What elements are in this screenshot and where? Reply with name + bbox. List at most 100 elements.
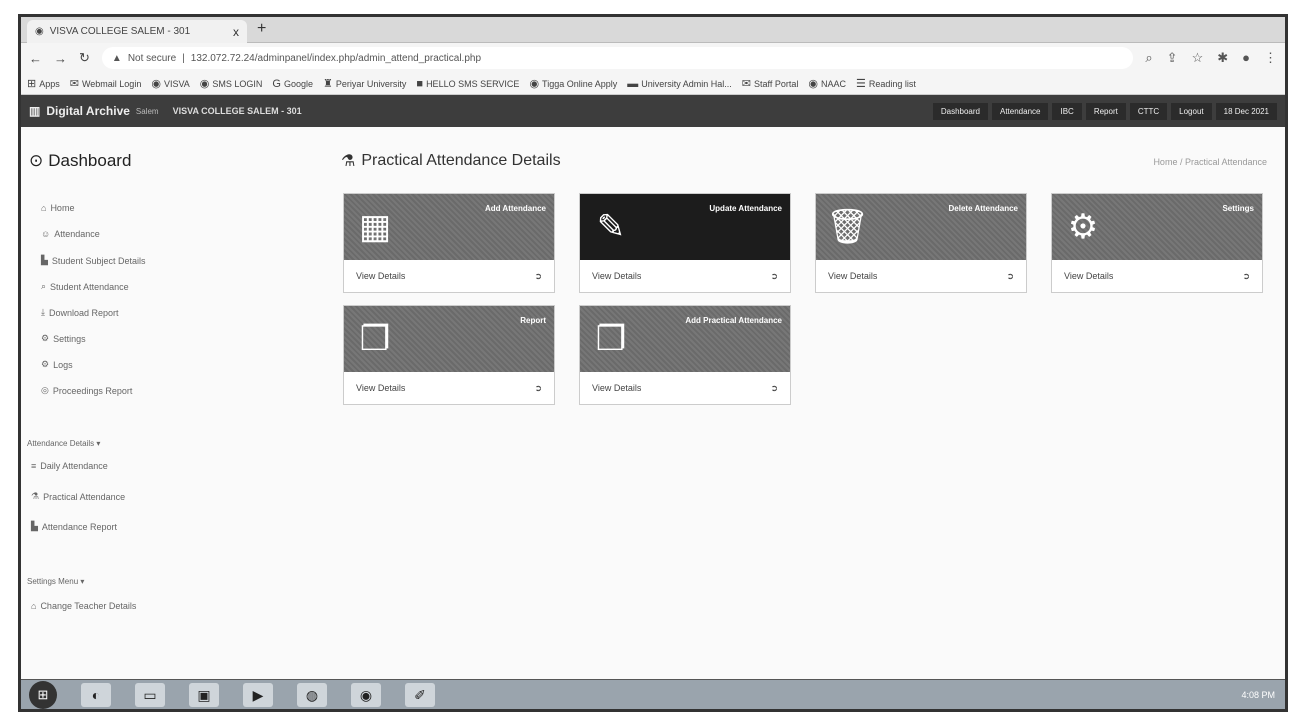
- sidebar-item-daily-attendance[interactable]: ≡ Daily Attendance: [31, 461, 108, 471]
- share-icon[interactable]: ⇪: [1167, 50, 1178, 66]
- nav-logout[interactable]: Logout: [1171, 102, 1212, 120]
- sidebar-item-download-report[interactable]: ⤓ Download Report: [41, 307, 119, 318]
- media-icon[interactable]: ▶: [243, 682, 273, 707]
- google-icon: G: [272, 77, 281, 90]
- bookmark-visva[interactable]: ◉ VISVA: [151, 77, 189, 90]
- sidebar-item-student-attendance[interactable]: ⌕ Student Attendance: [41, 281, 129, 292]
- nav-cttc[interactable]: CTTC: [1129, 102, 1168, 120]
- arrow-circle-icon: ➲: [770, 382, 778, 393]
- gears-icon: ⚙: [1067, 208, 1099, 246]
- sidebar-item-practical-attendance[interactable]: ⚗ Practical Attendance: [31, 491, 125, 502]
- taskbar-clock: 4:08 PM: [1241, 689, 1275, 700]
- bookmark-university[interactable]: ▬ University Admin Hal...: [627, 78, 732, 90]
- app-icon[interactable]: ◍: [297, 682, 327, 707]
- profile-icon[interactable]: ●: [1242, 50, 1250, 66]
- extensions-icon[interactable]: ✱: [1217, 50, 1228, 66]
- sidebar-section-attendance-details[interactable]: Attendance Details ▾: [27, 439, 100, 448]
- chrome-icon[interactable]: ◉: [351, 682, 381, 707]
- list-icon: ≡: [31, 461, 37, 471]
- window-icon[interactable]: ▣: [189, 682, 219, 707]
- sidebar-item-student-subject[interactable]: ▙ Student Subject Details: [41, 255, 145, 266]
- bookmark-naac[interactable]: ◉ NAAC: [808, 77, 846, 90]
- card-report[interactable]: ❐ Report View Details ➲: [343, 305, 555, 405]
- bookmark-periyar[interactable]: ♜ Periyar University: [323, 77, 406, 90]
- edit-icon: ✎: [596, 208, 626, 246]
- view-details-link[interactable]: View Details ➲: [580, 260, 790, 292]
- star-icon[interactable]: ☆: [1192, 50, 1204, 66]
- university-icon: ♜: [323, 78, 333, 90]
- view-details-link[interactable]: View Details ➲: [816, 260, 1026, 292]
- nav-date: 18 Dec 2021: [1215, 102, 1277, 120]
- browser-window: ◉ VISVA COLLEGE SALEM - 301 x + ← → ↻ ▲ …: [18, 14, 1288, 712]
- globe-icon: ◉: [808, 78, 818, 90]
- sidebar-section-settings-menu[interactable]: Settings Menu ▾: [27, 577, 84, 586]
- browser-icon[interactable]: ◐: [81, 682, 111, 707]
- sidebar-item-attendance-report[interactable]: ▙ Attendance Report: [31, 521, 117, 532]
- browser-tab[interactable]: ◉ VISVA COLLEGE SALEM - 301 x: [27, 20, 247, 43]
- bookmark-sms-login[interactable]: ◉ SMS LOGIN: [200, 77, 263, 90]
- bookmark-hello-sms[interactable]: ■ HELLO SMS SERVICE: [416, 78, 519, 90]
- nav-dashboard[interactable]: Dashboard: [932, 102, 988, 120]
- document-icon: ❐: [595, 320, 627, 358]
- bookmark-tigga[interactable]: ◉ Tigga Online Apply: [529, 77, 617, 90]
- back-icon[interactable]: ←: [29, 51, 42, 66]
- view-details-link[interactable]: View Details ➲: [344, 372, 554, 404]
- home-icon: ⌂: [41, 203, 47, 213]
- tab-strip: ◉ VISVA COLLEGE SALEM - 301 x +: [21, 17, 1285, 43]
- bookmark-google[interactable]: G Google: [272, 78, 313, 90]
- sidebar-item-proceedings-report[interactable]: ◎ Proceedings Report: [41, 385, 132, 396]
- paint-icon[interactable]: ✐: [405, 682, 435, 707]
- new-tab-button[interactable]: +: [257, 20, 266, 38]
- tab-title: VISVA COLLEGE SALEM - 301: [49, 26, 191, 37]
- document-icon: ▙: [31, 521, 38, 531]
- app-navbar: ▥ Digital Archive Salem VISVA COLLEGE SA…: [21, 95, 1285, 127]
- nav-ibc[interactable]: IBC: [1052, 102, 1082, 120]
- document-icon: ❐: [359, 320, 391, 358]
- zoom-icon[interactable]: ⌕: [1145, 50, 1152, 66]
- chevron-down-icon: ▾: [96, 439, 101, 448]
- dash-icon: ▬: [627, 77, 639, 90]
- sidebar-item-home[interactable]: ⌂ Home: [41, 203, 74, 213]
- sidebar-item-attendance[interactable]: ☺ Attendance: [41, 229, 100, 239]
- menu-icon[interactable]: ⋮: [1264, 50, 1277, 66]
- circle-icon: ◎: [41, 385, 49, 395]
- view-details-link[interactable]: View Details ➲: [1052, 260, 1262, 292]
- bookmark-webmail[interactable]: ✉ Webmail Login: [70, 77, 142, 90]
- view-details-link[interactable]: View Details ➲: [344, 260, 554, 292]
- view-details-link[interactable]: View Details ➲: [580, 372, 790, 404]
- sidebar-item-logs[interactable]: ⚙ Logs: [41, 359, 73, 370]
- page-title: ⚗ Practical Attendance Details: [341, 152, 561, 170]
- forward-icon[interactable]: →: [54, 51, 67, 66]
- card-settings[interactable]: ⚙ Settings View Details ➲: [1051, 193, 1263, 293]
- folder-icon[interactable]: ▭: [135, 682, 165, 707]
- sidebar-item-change-teacher[interactable]: ⌂ Change Teacher Details: [31, 601, 136, 611]
- start-icon[interactable]: ⊞: [29, 680, 57, 709]
- college-name: VISVA COLLEGE SALEM - 301: [172, 106, 302, 116]
- main-area: ⊙ Dashboard ⌂ Home ☺ Attendance ▙ Student S…: [21, 127, 1285, 683]
- gear-icon: ⚙: [41, 359, 50, 369]
- warning-icon: ▲: [111, 52, 122, 64]
- reload-icon[interactable]: ↻: [79, 50, 90, 66]
- bookmark-apps[interactable]: ⊞ Apps: [27, 77, 60, 90]
- card-add-attendance[interactable]: ▦ Add Attendance View Details ➲: [343, 193, 555, 293]
- card-update-attendance[interactable]: ✎ Update Attendance View Details ➲: [579, 193, 791, 293]
- close-icon[interactable]: x: [233, 25, 239, 39]
- home-icon: ⌂: [31, 601, 37, 611]
- users-icon: ☺: [41, 229, 51, 239]
- arrow-circle-icon: ➲: [534, 270, 542, 281]
- breadcrumb: Home / Practical Attendance: [1153, 157, 1267, 167]
- bookmark-reading-list[interactable]: ☰ Reading list: [856, 77, 916, 90]
- card-delete-attendance[interactable]: 🗑 Delete Attendance View Details ➲: [815, 193, 1027, 293]
- card-add-practical-attendance[interactable]: ❐ Add Practical Attendance View Details ➲: [579, 305, 791, 405]
- calendar-icon: ▦: [358, 208, 392, 246]
- bookmark-staff-portal[interactable]: ✉ Staff Portal: [742, 77, 799, 90]
- flask-icon: ⚗: [31, 491, 40, 501]
- nav-attendance[interactable]: Attendance: [991, 102, 1049, 120]
- sidebar-item-settings[interactable]: ⚙ Settings: [41, 333, 86, 344]
- brand[interactable]: ▥ Digital Archive Salem: [29, 104, 159, 118]
- url-input[interactable]: ▲ Not secure | 132.072.72.24/adminpanel/…: [101, 47, 1134, 69]
- list-icon: ☰: [856, 78, 866, 90]
- nav-report[interactable]: Report: [1085, 102, 1126, 120]
- arrow-circle-icon: ➲: [1006, 270, 1014, 281]
- sidebar-title: ⊙ Dashboard: [29, 151, 132, 170]
